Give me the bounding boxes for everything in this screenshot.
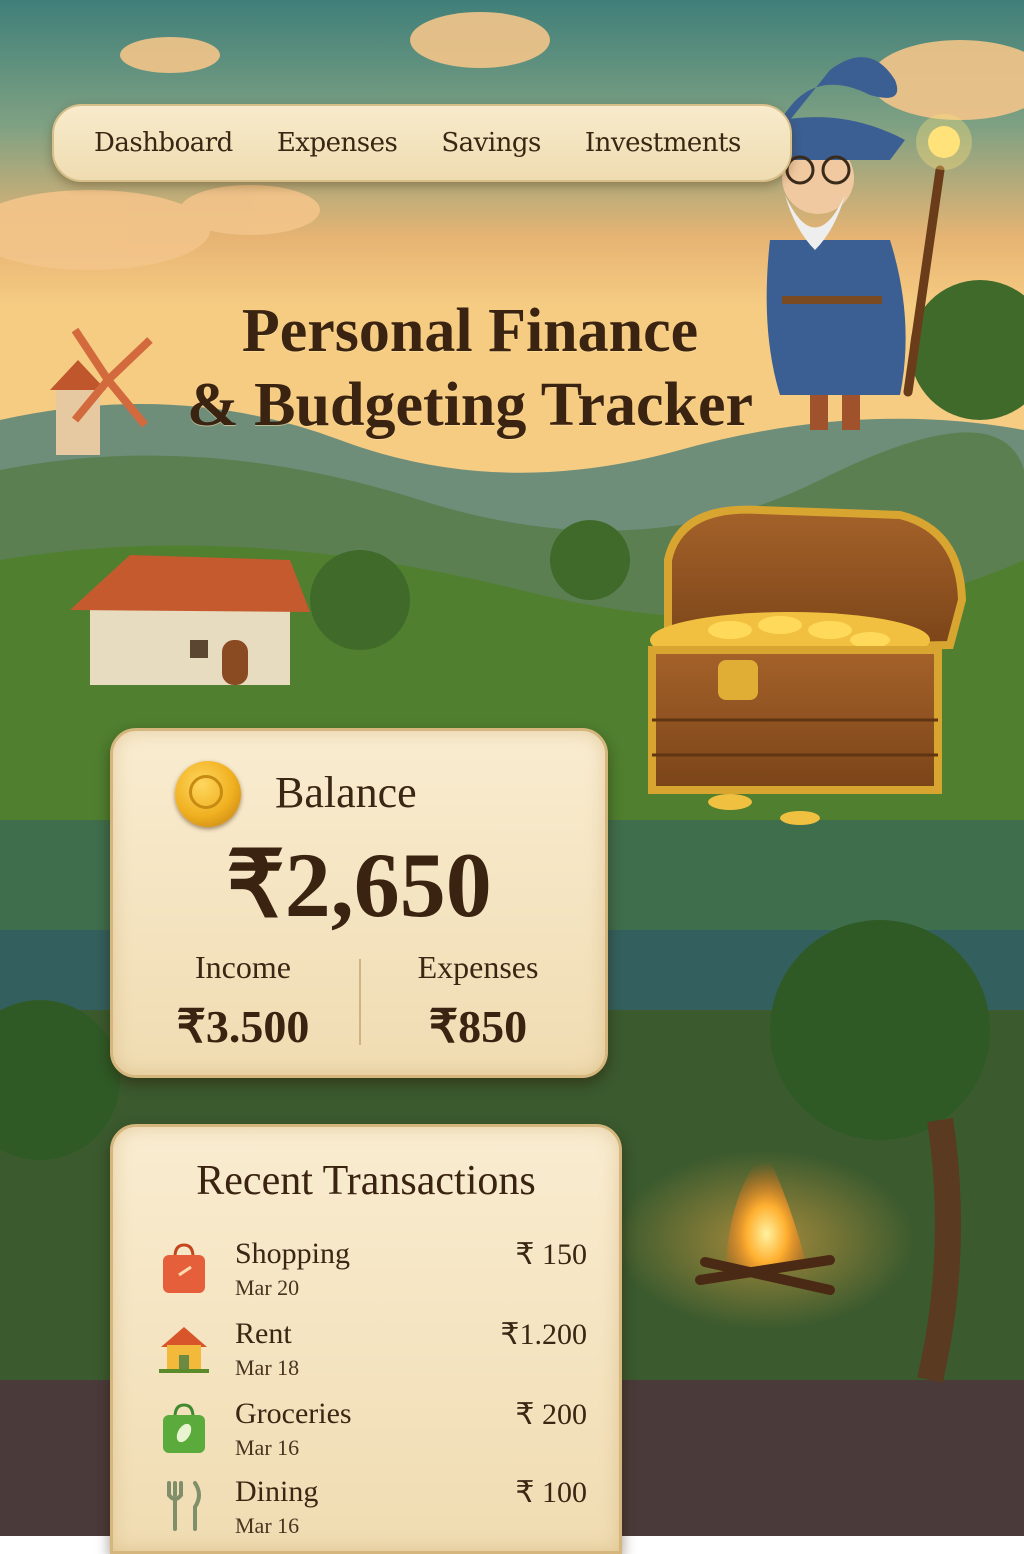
transaction-row-groceries[interactable]: Groceries Mar 16 ₹ 200 — [157, 1397, 587, 1467]
transaction-amount: ₹ 150 — [515, 1238, 587, 1271]
nav-item-expenses[interactable]: Expenses — [277, 128, 398, 158]
transaction-name: Shopping — [235, 1237, 351, 1270]
expenses-label: Expenses — [417, 949, 539, 985]
balance-label: Balance — [275, 768, 417, 817]
balance-amount: ₹2,650 — [226, 834, 492, 936]
recent-transactions-card: Recent Transactions Shopping Mar 20 ₹ 15… — [110, 1124, 622, 1554]
transaction-row-shopping[interactable]: Shopping Mar 20 ₹ 150 — [157, 1237, 587, 1307]
nav-item-dashboard[interactable]: Dashboard — [94, 128, 233, 158]
shopping-bag-icon — [163, 1243, 205, 1293]
expenses-value: ₹850 — [428, 1001, 528, 1052]
transaction-name: Dining — [235, 1475, 319, 1508]
transaction-date: Mar 18 — [235, 1355, 300, 1380]
transaction-date: Mar 20 — [235, 1275, 300, 1300]
transaction-name: Groceries — [235, 1397, 352, 1430]
transaction-name: Rent — [235, 1317, 292, 1350]
balance-card: Balance ₹2,650 Income ₹3.500 Expenses ₹8… — [110, 728, 608, 1078]
transaction-amount: ₹ 200 — [515, 1398, 587, 1431]
income-label: Income — [195, 949, 291, 985]
income-value: ₹3.500 — [176, 1001, 310, 1052]
transaction-amount: ₹ 100 — [515, 1476, 587, 1509]
fork-knife-icon — [167, 1481, 201, 1531]
gold-coin-icon — [175, 761, 241, 827]
main-nav-bar: Dashboard Expenses Savings Investments — [52, 104, 792, 182]
transaction-date: Mar 16 — [235, 1513, 300, 1538]
nav-item-investments[interactable]: Investments — [585, 128, 741, 158]
house-icon — [159, 1327, 209, 1373]
grocery-bag-icon — [163, 1403, 205, 1453]
page-title: Personal Finance & Budgeting Tracker — [150, 294, 790, 442]
page-title-line-2: & Budgeting Tracker — [186, 370, 754, 439]
transaction-row-rent[interactable]: Rent Mar 18 ₹1.200 — [157, 1317, 587, 1387]
transaction-amount: ₹1.200 — [500, 1318, 587, 1351]
transaction-date: Mar 16 — [235, 1435, 300, 1460]
recent-transactions-title: Recent Transactions — [196, 1158, 536, 1204]
nav-item-savings[interactable]: Savings — [441, 128, 541, 158]
transaction-row-dining[interactable]: Dining Mar 16 ₹ 100 — [157, 1475, 587, 1545]
page-title-line-1: Personal Finance — [241, 296, 699, 365]
income-expenses-divider — [359, 959, 361, 1045]
